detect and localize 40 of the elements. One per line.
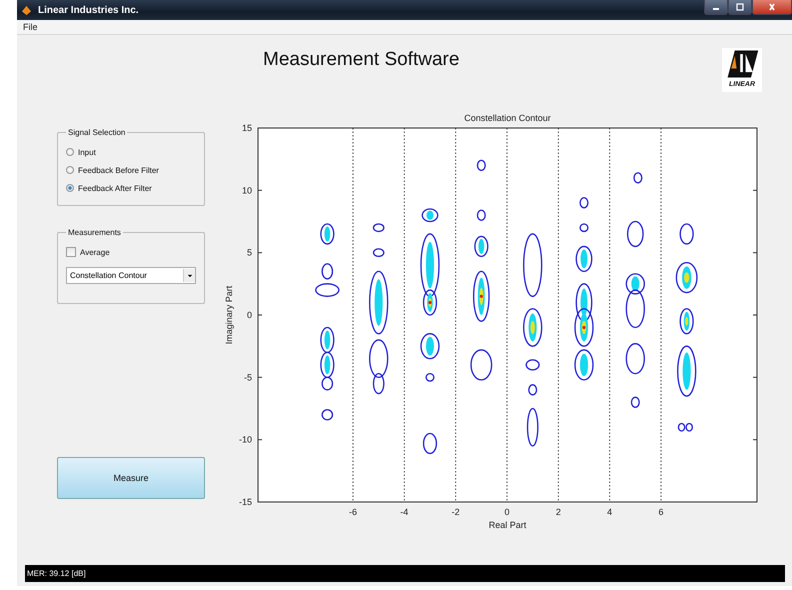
radio-label: Feedback After Filter	[78, 184, 152, 192]
x-tick-label: 4	[607, 507, 612, 517]
x-tick-label: -4	[400, 507, 408, 517]
radio-label: Feedback Before Filter	[78, 166, 159, 174]
y-tick-label: -15	[238, 497, 252, 507]
y-tick-label: -10	[238, 434, 252, 445]
maximize-button[interactable]	[728, 0, 752, 15]
minimize-button[interactable]	[704, 0, 728, 15]
menu-item[interactable]: File	[21, 22, 40, 32]
y-tick-label: 5	[246, 248, 252, 258]
maximize-icon	[735, 3, 745, 11]
x-tick-label: -6	[348, 507, 357, 517]
status-text: MER: 39.12 [dB]	[26, 569, 86, 578]
measure-button[interactable]: Measure	[57, 457, 205, 499]
y-tick-label: 10	[242, 185, 252, 196]
group-label: Signal Selection	[67, 128, 126, 137]
app-icon	[21, 4, 32, 16]
caret-icon	[186, 274, 192, 278]
window-title: Linear Industries Inc.	[38, 4, 139, 16]
group-label: Measurements	[67, 228, 122, 237]
close-button[interactable]	[752, 0, 792, 15]
close-icon	[767, 3, 777, 11]
x-tick-label: -2	[452, 507, 460, 517]
radio-button[interactable]	[66, 148, 74, 156]
x-axis-label: Real Part	[488, 520, 526, 530]
app-title: Measurement Software	[263, 49, 460, 71]
checkbox-label: Average	[80, 248, 110, 256]
y-axis-label: Imaginary Part	[224, 286, 234, 344]
chart-title: Constellation Contour	[464, 113, 551, 123]
checkbox[interactable]	[66, 247, 76, 257]
y-tick-label: -5	[244, 372, 252, 382]
x-tick-label: 0	[504, 507, 510, 517]
y-tick-label: 15	[242, 123, 252, 133]
radio-label: Input	[78, 148, 96, 156]
measurement-dropdown[interactable]: Constellation Contour	[66, 267, 196, 284]
radio-button[interactable]	[66, 166, 74, 174]
y-tick-label: 0	[246, 310, 252, 320]
radio-button[interactable]	[66, 184, 74, 192]
x-tick-label: 6	[658, 507, 664, 517]
x-tick-label: 2	[556, 507, 561, 517]
